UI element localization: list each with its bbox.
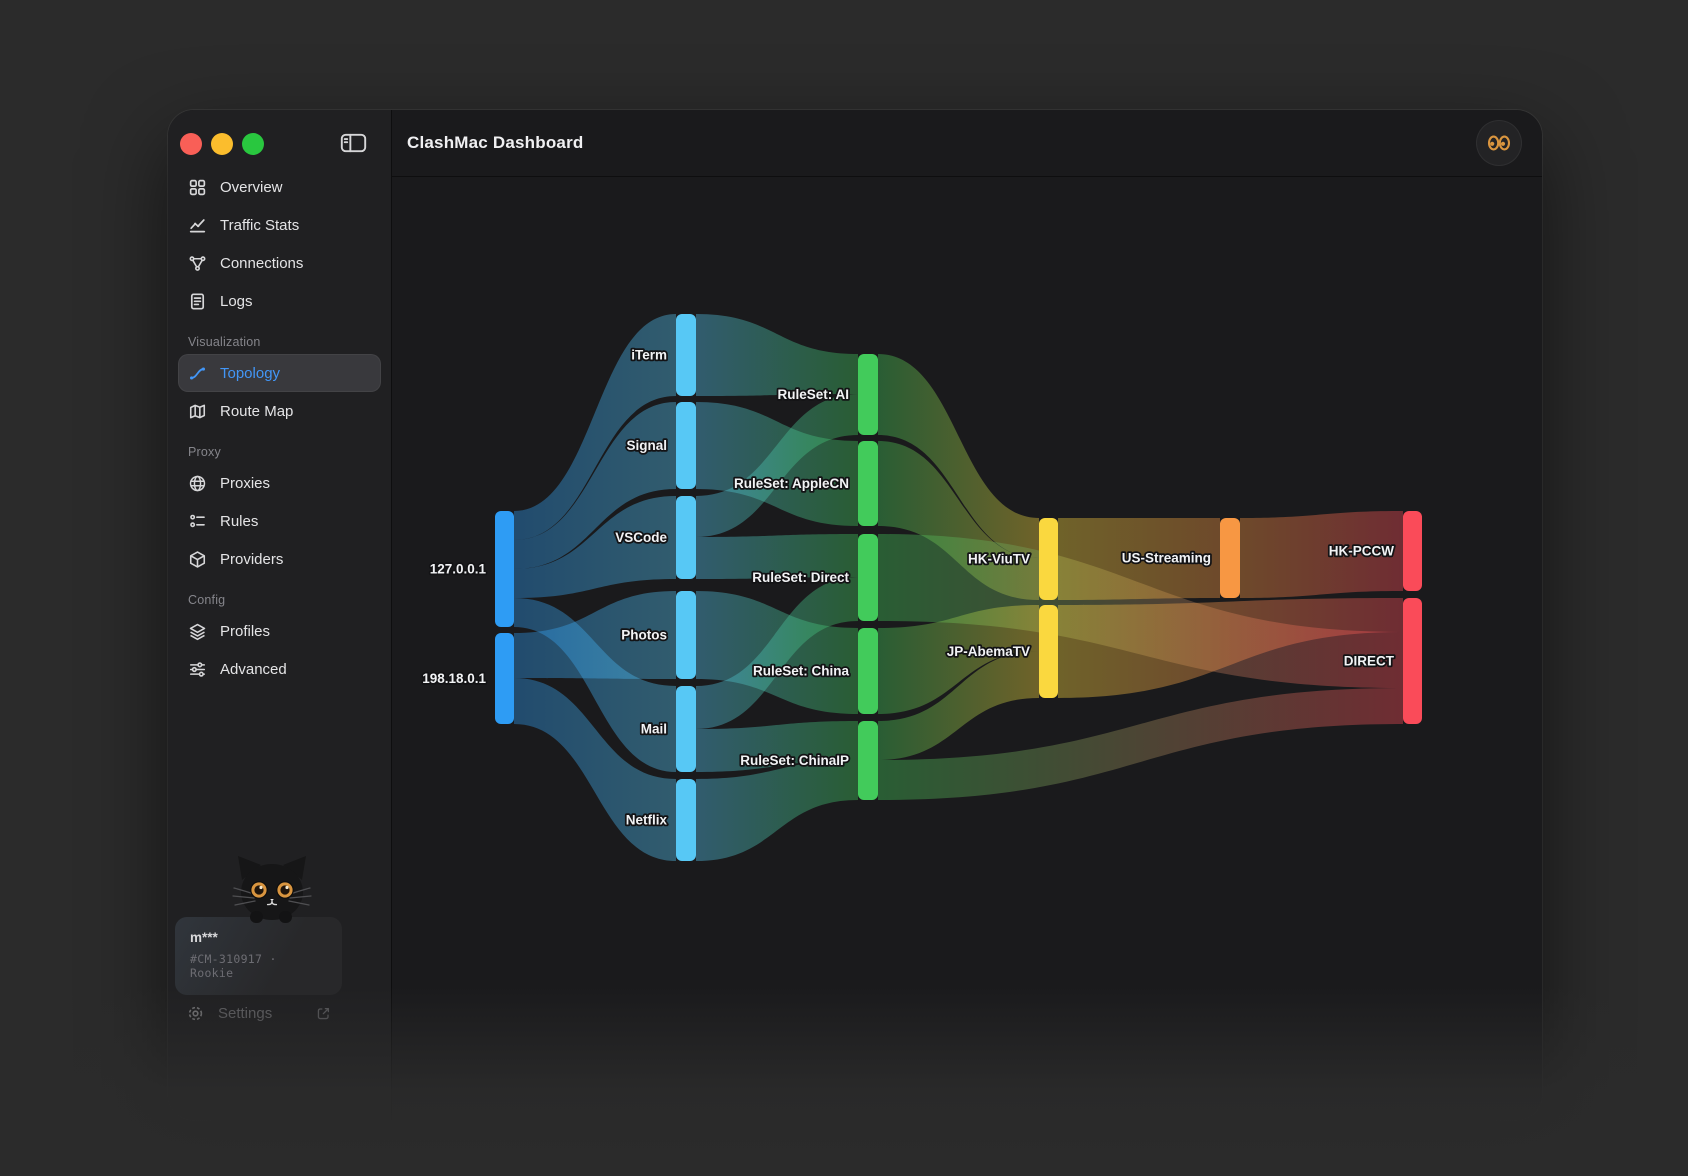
user-card[interactable]: m*** #CM-310917 · Rookie xyxy=(175,917,342,995)
sankey-label-rs-chinaip: RuleSet: ChinaIP xyxy=(740,753,849,768)
settings-label: Settings xyxy=(218,1004,273,1022)
sidebar-item-label: Rules xyxy=(220,512,259,530)
sankey-label-photos: Photos xyxy=(621,628,667,643)
sidebar-item-overview[interactable]: Overview xyxy=(178,168,381,206)
section-header-visualization: Visualization xyxy=(188,335,261,349)
sankey-node-hk-pccw[interactable] xyxy=(1403,511,1422,591)
page-title: ClashMac Dashboard xyxy=(407,133,584,152)
layers-icon xyxy=(188,622,207,641)
rule-list-icon xyxy=(188,512,207,531)
sankey-label-rs-china: RuleSet: China xyxy=(753,664,850,679)
external-link-icon xyxy=(316,1006,331,1021)
sidebar-item-label: Overview xyxy=(220,178,283,196)
sankey-node-hk-viutv[interactable] xyxy=(1039,518,1058,600)
window-controls xyxy=(180,133,264,155)
user-id-badge: #CM-310917 · Rookie xyxy=(190,952,277,980)
sankey-node-photos[interactable] xyxy=(676,591,696,679)
sidebar-toggle-icon xyxy=(340,132,367,154)
chart-line-icon xyxy=(188,216,207,235)
sankey-label-ip-198: 198.18.0.1 xyxy=(422,671,486,686)
app-window: Overview Traffic Stats Connections Logs … xyxy=(168,110,1542,1120)
sidebar-item-proxies[interactable]: Proxies xyxy=(178,464,381,502)
sidebar-item-advanced[interactable]: Advanced xyxy=(178,650,381,688)
sidebar-item-connections[interactable]: Connections xyxy=(178,244,381,282)
sankey-node-ip-198[interactable] xyxy=(495,633,514,724)
topology-canvas: 127.0.0.1 198.18.0.1 iTerm Signal VSCode Phot… xyxy=(392,177,1542,1120)
sankey-node-rs-chinaip[interactable] xyxy=(858,721,878,800)
sankey-label-ip-127: 127.0.0.1 xyxy=(430,562,487,577)
sidebar-item-logs[interactable]: Logs xyxy=(178,282,381,320)
sidebar-item-label: Topology xyxy=(220,364,281,382)
close-button[interactable] xyxy=(180,133,202,155)
sankey-link-netflix--rs-chinaip xyxy=(696,760,858,861)
sidebar-item-label: Profiles xyxy=(220,622,271,640)
sidebar-item-label: Logs xyxy=(220,292,253,310)
sankey-node-rs-china[interactable] xyxy=(858,628,878,714)
grid-icon xyxy=(188,178,207,197)
sankey-label-us-streaming: US-Streaming xyxy=(1122,551,1211,566)
sidebar-item-label: Proxies xyxy=(220,474,271,492)
network-icon xyxy=(188,254,207,273)
sankey-node-jp-abematv[interactable] xyxy=(1039,605,1058,698)
sankey-node-rs-direct[interactable] xyxy=(858,534,878,621)
sankey-label-hk-pccw: HK-PCCW xyxy=(1329,544,1394,559)
gear-icon xyxy=(186,1004,205,1023)
sankey-node-rs-applecn[interactable] xyxy=(858,441,878,526)
sankey-node-us-streaming[interactable] xyxy=(1220,518,1240,598)
sankey-node-vscode[interactable] xyxy=(676,496,696,579)
map-icon xyxy=(188,402,207,421)
sankey-node-signal[interactable] xyxy=(676,402,696,489)
sidebar-item-label: Connections xyxy=(220,254,304,272)
sidebar-item-route-map[interactable]: Route Map xyxy=(178,392,381,430)
sankey-label-netflix: Netflix xyxy=(626,813,668,828)
sidebar-toggle-button[interactable] xyxy=(340,132,367,154)
sankey-label-mail: Mail xyxy=(641,722,667,737)
package-icon xyxy=(188,550,207,569)
sidebar-item-label: Providers xyxy=(220,550,284,568)
section-header-config: Config xyxy=(188,593,226,607)
sankey-node-rs-ai[interactable] xyxy=(858,354,878,435)
cat-avatar xyxy=(230,852,314,924)
globe-icon xyxy=(188,474,207,493)
sidebar: Overview Traffic Stats Connections Logs … xyxy=(168,110,392,1120)
topology-curve-icon xyxy=(188,364,207,383)
document-icon xyxy=(188,292,207,311)
sidebar-item-providers[interactable]: Providers xyxy=(178,540,381,578)
zoom-button[interactable] xyxy=(242,133,264,155)
sankey-label-rs-applecn: RuleSet: AppleCN xyxy=(734,476,849,491)
sankey-label-hk-viutv: HK-ViuTV xyxy=(968,552,1030,567)
sidebar-item-label: Advanced xyxy=(220,660,287,678)
user-name: m*** xyxy=(190,930,218,945)
sliders-icon xyxy=(188,660,207,679)
minimize-button[interactable] xyxy=(211,133,233,155)
sidebar-nav: Overview Traffic Stats Connections Logs … xyxy=(178,168,381,688)
sankey-label-signal: Signal xyxy=(626,438,667,453)
sankey-label-iterm: iTerm xyxy=(631,348,667,363)
sidebar-item-rules[interactable]: Rules xyxy=(178,502,381,540)
sankey-node-netflix[interactable] xyxy=(676,779,696,861)
sankey-node-mail[interactable] xyxy=(676,686,696,772)
sankey-link-iterm--rs-ai xyxy=(696,314,858,396)
mascot-peek-button[interactable] xyxy=(1476,120,1522,166)
title-bar: ClashMac Dashboard xyxy=(392,110,1542,177)
sidebar-item-label: Traffic Stats xyxy=(220,216,300,234)
section-header-proxy: Proxy xyxy=(188,445,221,459)
sankey-label-jp-abematv: JP-AbemaTV xyxy=(947,644,1030,659)
sidebar-item-label: Route Map xyxy=(220,402,294,420)
main-content: ClashMac Dashboard 127.0.0.1 198.18.0.1 iT… xyxy=(392,110,1542,1120)
sidebar-item-settings[interactable]: Settings xyxy=(175,994,342,1032)
sidebar-item-traffic-stats[interactable]: Traffic Stats xyxy=(178,206,381,244)
sankey-label-direct: DIRECT xyxy=(1344,654,1395,669)
sankey-node-direct[interactable] xyxy=(1403,598,1422,724)
eyes-icon xyxy=(1486,133,1512,153)
sankey-node-iterm[interactable] xyxy=(676,314,696,396)
sankey-node-ip-127[interactable] xyxy=(495,511,514,627)
sidebar-item-profiles[interactable]: Profiles xyxy=(178,612,381,650)
sankey-label-rs-direct: RuleSet: Direct xyxy=(752,570,849,585)
sankey-label-vscode: VSCode xyxy=(615,530,667,545)
topology-sankey-chart: 127.0.0.1 198.18.0.1 iTerm Signal VSCode Phot… xyxy=(420,314,1422,861)
sankey-label-rs-ai: RuleSet: AI xyxy=(777,387,849,402)
sidebar-item-topology[interactable]: Topology xyxy=(178,354,381,392)
